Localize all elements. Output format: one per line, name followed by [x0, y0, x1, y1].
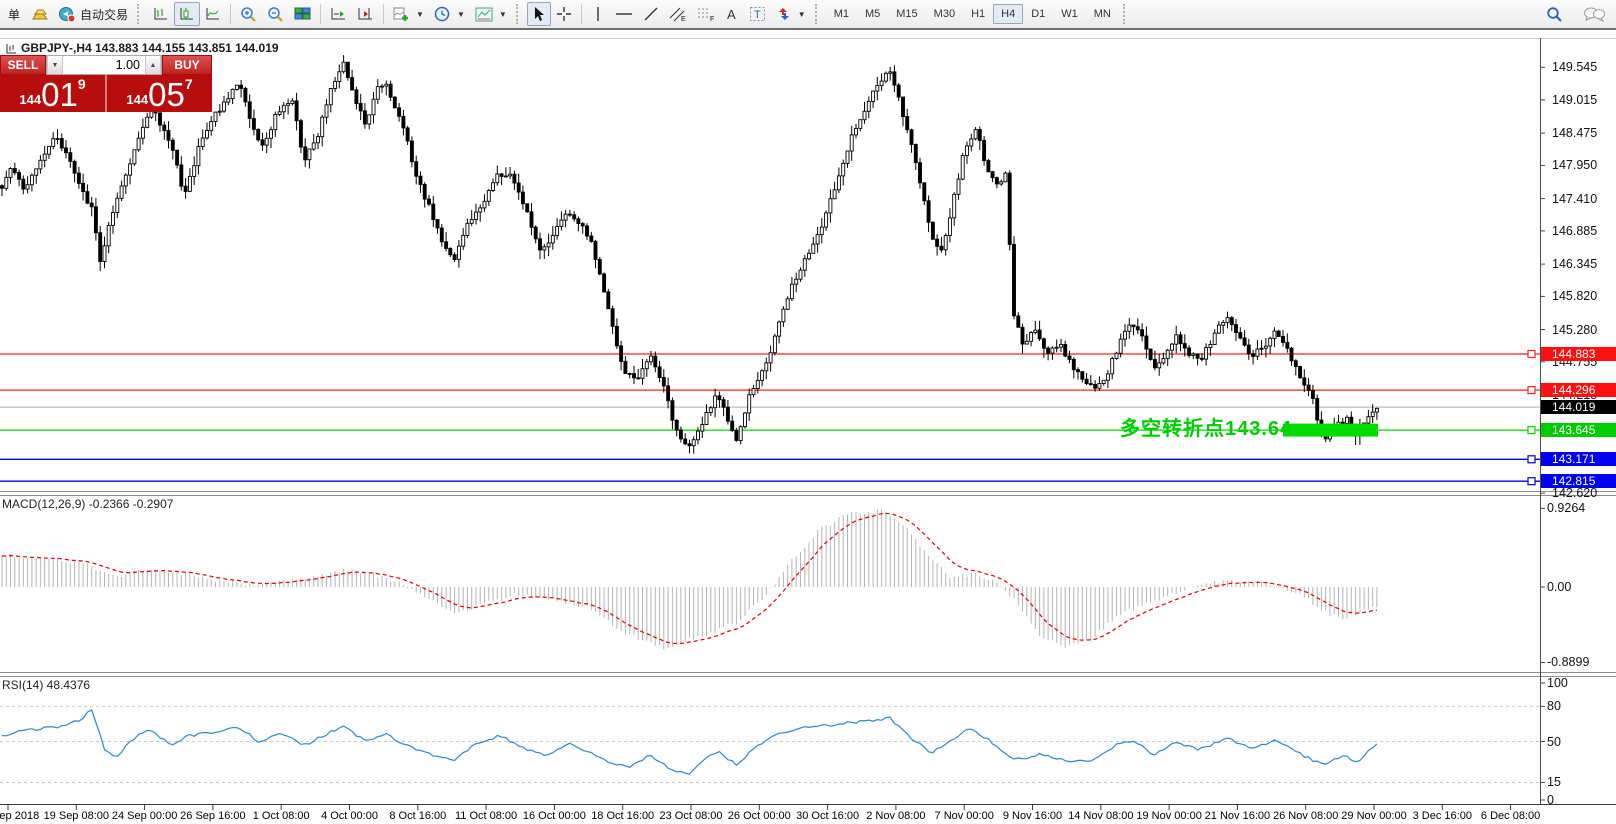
autotrade-button[interactable]: 自动交易 [53, 2, 133, 26]
candlestick-chart-button[interactable] [174, 2, 200, 26]
tile-windows-button[interactable] [289, 2, 316, 26]
mt4-window: 单 自动交易 [0, 0, 1616, 824]
templates-button[interactable]: ▼ [470, 2, 512, 26]
periods-clock-icon [434, 6, 451, 23]
chart-shift-icon [357, 6, 374, 22]
fibonacci-button[interactable]: F [692, 2, 720, 26]
timeframe-d1[interactable]: D1 [1023, 4, 1053, 24]
toolbar: 单 自动交易 [0, 0, 1616, 30]
toolbar-grip [516, 4, 521, 24]
cursor-icon [532, 6, 546, 22]
text-button[interactable]: A [720, 2, 744, 26]
timeframe-mn[interactable]: MN [1086, 4, 1119, 24]
toolbar-grip [1123, 4, 1128, 24]
buy-price-prefix: 144 [126, 92, 148, 107]
volume-increase-button[interactable]: ▲ [145, 56, 161, 74]
fibonacci-icon: F [697, 6, 715, 22]
volume-control: ▼ ▲ [46, 55, 162, 75]
buy-price-big: 05 [148, 80, 185, 110]
candlestick-icon [179, 6, 195, 22]
one-click-trade-panel: SELL ▼ ▲ BUY 144019 144057 [0, 55, 212, 112]
timeframe-m30[interactable]: M30 [926, 4, 963, 24]
svg-text:T: T [754, 9, 761, 21]
timeframe-h1[interactable]: H1 [963, 4, 993, 24]
line-chart-button[interactable] [200, 2, 226, 26]
sell-button[interactable]: SELL [0, 55, 46, 75]
indicators-add-icon [393, 6, 410, 22]
autotrade-label: 自动交易 [80, 6, 128, 23]
sell-price-big: 01 [41, 80, 78, 110]
volume-decrease-button[interactable]: ▼ [47, 56, 63, 74]
vertical-line-icon [593, 6, 603, 22]
horizontal-line-button[interactable] [610, 2, 638, 26]
toolbar-right [1541, 2, 1614, 26]
crosshair-icon [556, 6, 572, 22]
autotrade-icon [58, 6, 76, 23]
equidistant-channel-button[interactable]: E [664, 2, 692, 26]
toolbar-separator [230, 4, 231, 24]
search-button[interactable] [1541, 2, 1568, 26]
metaeditor-button[interactable] [26, 2, 53, 26]
dropdown-arrow-icon: ▼ [416, 10, 424, 19]
trendline-button[interactable] [638, 2, 664, 26]
line-chart-icon [205, 6, 221, 22]
chat-button[interactable] [1578, 2, 1610, 26]
timeframe-m15[interactable]: M15 [888, 4, 925, 24]
dropdown-arrow-icon: ▼ [457, 10, 465, 19]
periods-button[interactable]: ▼ [429, 2, 470, 26]
vertical-line-button[interactable] [586, 2, 610, 26]
svg-text:E: E [681, 16, 686, 22]
text-icon: A [725, 7, 739, 22]
dropdown-arrow-icon: ▼ [499, 10, 507, 19]
chat-icon [1583, 6, 1605, 22]
new-order-button[interactable]: 单 [2, 2, 26, 26]
toolbar-separator [320, 4, 321, 24]
timeframe-h4[interactable]: H4 [993, 4, 1023, 24]
templates-icon [475, 7, 493, 22]
search-icon [1546, 6, 1563, 23]
new-order-label: 单 [8, 6, 20, 23]
equidistant-channel-icon: E [669, 6, 687, 22]
trendline-icon [643, 6, 659, 22]
timeframe-w1[interactable]: W1 [1053, 4, 1086, 24]
timeframe-group: M1M5M15M30H1H4D1W1MN [826, 4, 1119, 24]
chart-shift-button[interactable] [352, 2, 379, 26]
timeframe-m5[interactable]: M5 [857, 4, 888, 24]
toolbar-grip [815, 4, 820, 24]
auto-scroll-icon [330, 6, 347, 22]
buy-button[interactable]: BUY [162, 55, 212, 75]
text-label-button[interactable]: T [744, 2, 771, 26]
chart-canvas[interactable] [0, 0, 1616, 824]
zoom-in-icon [240, 6, 257, 23]
svg-text:F: F [710, 16, 714, 22]
arrows-button[interactable]: ▼ [771, 2, 811, 26]
buy-price-display[interactable]: 144057 [107, 75, 212, 112]
zoom-out-button[interactable] [262, 2, 289, 26]
toolbar-grip [137, 4, 142, 24]
indicators-button[interactable]: ▼ [388, 2, 429, 26]
volume-input[interactable] [63, 56, 145, 74]
zoom-in-button[interactable] [235, 2, 262, 26]
cursor-button[interactable] [527, 2, 551, 26]
crosshair-button[interactable] [551, 2, 577, 26]
sell-price-sup: 9 [78, 76, 86, 92]
dropdown-arrow-icon: ▼ [798, 10, 806, 19]
auto-scroll-button[interactable] [325, 2, 352, 26]
bar-chart-icon [153, 6, 169, 22]
bar-chart-button[interactable] [148, 2, 174, 26]
zoom-out-icon [267, 6, 284, 23]
toolbar-separator [581, 4, 582, 24]
toolbar-separator [383, 4, 384, 24]
text-label-icon: T [749, 6, 766, 22]
gold-ingot-icon [31, 6, 48, 22]
timeframe-m1[interactable]: M1 [826, 4, 857, 24]
horizontal-line-icon [615, 9, 633, 19]
sell-price-display[interactable]: 144019 [0, 75, 105, 112]
tile-windows-icon [294, 6, 311, 22]
sell-price-prefix: 144 [19, 92, 41, 107]
buy-price-sup: 7 [185, 76, 193, 92]
arrows-icon [776, 6, 792, 22]
svg-text:A: A [727, 7, 736, 22]
